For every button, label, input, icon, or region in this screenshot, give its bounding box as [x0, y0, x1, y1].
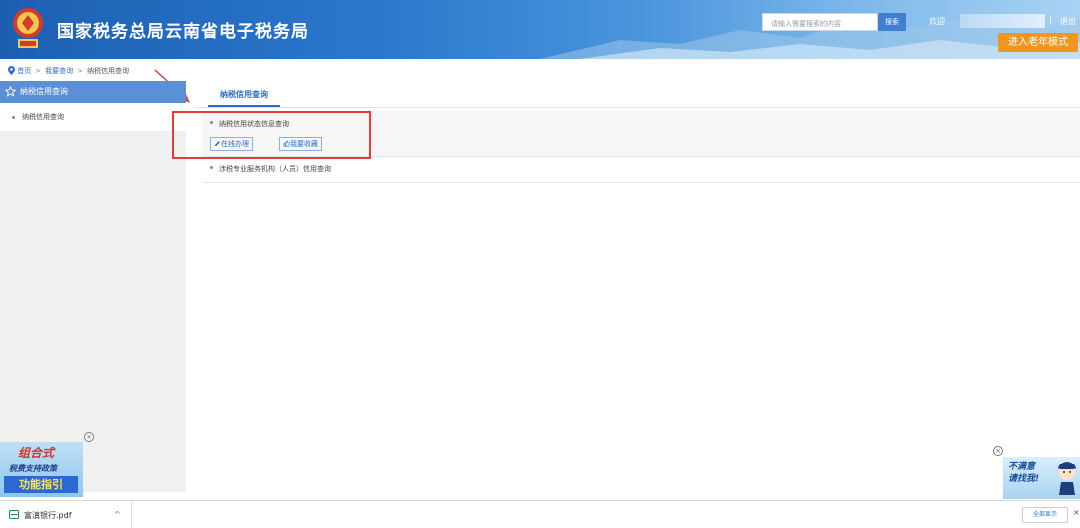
banner-text: 不满意 请找我!	[1008, 462, 1040, 484]
blurred-username	[960, 14, 1045, 28]
breadcrumb-query[interactable]: 我要查询	[45, 67, 73, 75]
sidebar-item-label: 纳税信用查询	[22, 113, 64, 121]
sidebar-header-label: 纳税信用查询	[20, 87, 68, 96]
tax-emblem-icon	[13, 8, 43, 48]
chevron-up-icon[interactable]: ^	[114, 510, 121, 519]
show-all-button[interactable]: 全部显示	[1022, 507, 1068, 523]
row-divider	[202, 182, 1080, 183]
location-pin-icon	[8, 66, 15, 75]
download-item[interactable]: 富滇银行.pdf ^	[0, 501, 132, 528]
welcome-text: 欢迎	[929, 17, 945, 26]
banner-button: 功能指引	[4, 476, 78, 493]
bullet-icon	[12, 116, 15, 119]
search-input[interactable]: 请输入需要搜索的内容	[762, 13, 878, 31]
breadcrumb-home[interactable]: 首页	[17, 67, 31, 75]
tab-credit-query[interactable]: 纳税信用查询	[208, 85, 280, 107]
elder-mode-button[interactable]: 进入老年模式	[998, 33, 1078, 52]
list-item-title[interactable]: 涉税专业服务机构（人员）信用查询	[210, 164, 331, 174]
sidebar-item-credit-query[interactable]: 纳税信用查询	[0, 103, 186, 131]
sidebar-header[interactable]: 纳税信用查询	[0, 81, 186, 103]
tab-divider	[196, 107, 1080, 108]
list-item-title-text: 涉税专业服务机构（人员）信用查询	[219, 165, 331, 173]
search-button[interactable]: 搜索	[878, 13, 906, 31]
pdf-file-icon	[9, 510, 19, 519]
banner-subtitle: 税费支持政策	[9, 464, 57, 473]
bullet-icon	[210, 166, 213, 169]
breadcrumb: 首页 > 我要查询 > 纳税信用查询	[8, 66, 129, 76]
close-icon[interactable]: ×	[993, 446, 1003, 456]
site-header: 国家税务总局云南省电子税务局 请输入需要搜索的内容 搜索 欢迎 | 退出 进入老…	[0, 0, 1080, 59]
policy-guide-banner[interactable]: 组合式 税费支持政策 功能指引	[0, 442, 83, 497]
annotation-highlight-box	[172, 111, 371, 159]
download-file-name: 富滇银行.pdf	[24, 511, 72, 520]
breadcrumb-separator: >	[35, 67, 42, 75]
breadcrumb-current: 纳税信用查询	[86, 67, 129, 75]
banner-title: 组合式	[18, 446, 55, 460]
mascot-icon	[1058, 462, 1076, 495]
close-download-bar-icon[interactable]: ×	[1073, 508, 1080, 517]
star-icon	[5, 86, 16, 97]
breadcrumb-separator: >	[77, 67, 83, 75]
sidebar: 纳税信用查询 纳税信用查询	[0, 81, 186, 492]
download-bar: 富滇银行.pdf ^ 全部显示 ×	[0, 500, 1080, 528]
logout-link[interactable]: 退出	[1060, 16, 1076, 27]
site-title[interactable]: 国家税务总局云南省电子税务局	[57, 17, 309, 42]
header-separator: |	[1049, 16, 1052, 25]
complaint-banner[interactable]: 不满意 请找我!	[1003, 457, 1080, 499]
close-icon[interactable]: ×	[84, 432, 94, 442]
